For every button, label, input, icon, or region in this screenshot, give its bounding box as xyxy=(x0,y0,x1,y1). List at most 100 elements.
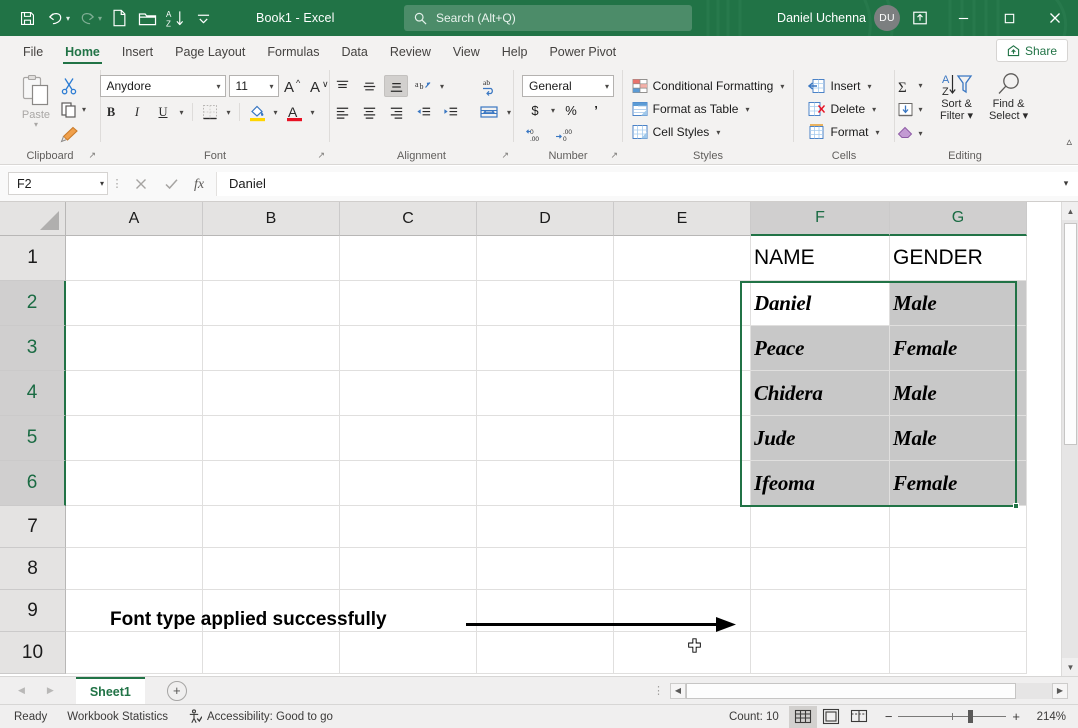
maximize-icon[interactable] xyxy=(986,0,1032,36)
align-bottom-icon[interactable] xyxy=(384,75,408,97)
zoom-slider-thumb[interactable] xyxy=(968,710,973,723)
clear-dropdown-caret[interactable]: ▾ xyxy=(917,129,925,138)
increase-decimal-icon[interactable]: .000 xyxy=(553,124,579,145)
column-header-a[interactable]: A xyxy=(66,202,203,236)
cell-E7[interactable] xyxy=(614,506,751,548)
vertical-scrollbar-track[interactable] xyxy=(1062,220,1078,658)
cell-A10[interactable] xyxy=(66,632,203,674)
zoom-out-button[interactable]: − xyxy=(879,709,899,724)
row-header-9[interactable]: 9 xyxy=(0,590,66,632)
cell-G9[interactable] xyxy=(890,590,1027,632)
copy-dropdown-caret[interactable]: ▾ xyxy=(80,105,88,114)
formula-input[interactable]: Daniel xyxy=(216,172,1054,196)
redo-icon[interactable] xyxy=(74,5,100,31)
cell-D10[interactable] xyxy=(477,632,614,674)
cell-D8[interactable] xyxy=(477,548,614,590)
cell-B5[interactable] xyxy=(203,416,340,461)
column-header-g[interactable]: G xyxy=(890,202,1027,236)
cancel-x-icon[interactable] xyxy=(126,172,156,196)
italic-button[interactable]: I xyxy=(126,101,149,123)
underline-dropdown-caret[interactable]: ▾ xyxy=(178,108,186,117)
avatar[interactable]: DU xyxy=(874,5,900,31)
cell-F3[interactable]: Peace xyxy=(751,326,890,371)
select-all-corner[interactable] xyxy=(0,202,66,236)
sheet-tab-sheet1[interactable]: Sheet1 xyxy=(76,677,145,704)
cell-B8[interactable] xyxy=(203,548,340,590)
undo-icon[interactable] xyxy=(42,5,68,31)
column-header-f[interactable]: F xyxy=(751,202,890,236)
cell-D1[interactable] xyxy=(477,236,614,281)
cell-C4[interactable] xyxy=(340,371,477,416)
tab-power-pivot[interactable]: Power Pivot xyxy=(538,45,627,65)
align-middle-icon[interactable] xyxy=(357,75,381,97)
cell-B6[interactable] xyxy=(203,461,340,506)
tab-page-layout[interactable]: Page Layout xyxy=(164,45,256,65)
fill-color-dropdown-caret[interactable]: ▾ xyxy=(272,108,280,117)
bold-button[interactable]: B xyxy=(100,101,123,123)
wrap-text-icon[interactable]: ab xyxy=(476,75,504,97)
formula-bar-grip[interactable]: ⋮ xyxy=(108,177,126,190)
font-color-button[interactable]: A xyxy=(283,101,306,123)
workbook-statistics-button[interactable]: Workbook Statistics xyxy=(57,711,178,723)
cell-A1[interactable] xyxy=(66,236,203,281)
cell-C1[interactable] xyxy=(340,236,477,281)
cell-D7[interactable] xyxy=(477,506,614,548)
cell-E5[interactable] xyxy=(614,416,751,461)
cell-C8[interactable] xyxy=(340,548,477,590)
redo-dropdown-caret[interactable]: ▾ xyxy=(98,14,102,23)
fill-dropdown-caret[interactable]: ▾ xyxy=(917,105,925,114)
find-and-select-button[interactable]: Find & Select ▾ xyxy=(983,70,1035,122)
close-icon[interactable] xyxy=(1032,0,1078,36)
share-button[interactable]: Share xyxy=(996,39,1068,62)
tab-insert[interactable]: Insert xyxy=(111,45,164,65)
fill-button[interactable]: ▾ xyxy=(896,98,925,121)
cell-A6[interactable] xyxy=(66,461,203,506)
copy-button[interactable]: ▾ xyxy=(60,98,88,121)
name-box[interactable]: F2 ▾ xyxy=(8,172,108,195)
cell-E2[interactable] xyxy=(614,281,751,326)
cell-A7[interactable] xyxy=(66,506,203,548)
cell-B7[interactable] xyxy=(203,506,340,548)
clear-button[interactable]: ▾ xyxy=(896,122,925,145)
cell-C2[interactable] xyxy=(340,281,477,326)
customize-qat-icon[interactable] xyxy=(190,5,216,31)
autosum-button[interactable]: Σ ▾ xyxy=(896,74,925,97)
row-header-3[interactable]: 3 xyxy=(0,326,66,371)
cell-E6[interactable] xyxy=(614,461,751,506)
cell-E8[interactable] xyxy=(614,548,751,590)
decrease-indent-icon[interactable] xyxy=(411,101,435,123)
font-size-combobox[interactable]: 11 ▾ xyxy=(229,75,279,97)
cell-F2[interactable]: Daniel xyxy=(751,281,890,326)
row-header-2[interactable]: 2 xyxy=(0,281,66,326)
orientation-dropdown-caret[interactable]: ▾ xyxy=(438,82,446,91)
insert-function-fx-icon[interactable]: fx xyxy=(186,172,216,196)
align-top-icon[interactable] xyxy=(330,75,354,97)
conditional-formatting-button[interactable]: Conditional Formatting ▾ xyxy=(628,75,789,97)
cell-F1[interactable]: NAME xyxy=(751,236,890,281)
underline-button[interactable]: U xyxy=(152,101,175,123)
cell-C7[interactable] xyxy=(340,506,477,548)
normal-view-icon[interactable] xyxy=(789,706,817,728)
vertical-scrollbar[interactable]: ▲ ▼ xyxy=(1061,202,1078,676)
scroll-down-icon[interactable]: ▼ xyxy=(1062,658,1078,676)
format-cells-button[interactable]: Format ▾ xyxy=(804,121,883,143)
cell-E3[interactable] xyxy=(614,326,751,371)
comma-format-button[interactable]: ’ xyxy=(585,100,607,121)
cell-E1[interactable] xyxy=(614,236,751,281)
page-layout-view-icon[interactable] xyxy=(817,706,845,728)
cell-E4[interactable] xyxy=(614,371,751,416)
zoom-level-label[interactable]: 214% xyxy=(1032,711,1078,723)
align-right-icon[interactable] xyxy=(384,101,408,123)
account-name[interactable]: Daniel Uchenna xyxy=(777,11,866,25)
cell-E10[interactable] xyxy=(614,632,751,674)
cell-D5[interactable] xyxy=(477,416,614,461)
delete-cells-button[interactable]: Delete ▾ xyxy=(804,98,883,120)
cell-A8[interactable] xyxy=(66,548,203,590)
format-painter-button[interactable] xyxy=(60,122,88,145)
cell-F4[interactable]: Chidera xyxy=(751,371,890,416)
tab-view[interactable]: View xyxy=(442,45,491,65)
new-file-icon[interactable] xyxy=(106,5,132,31)
font-name-combobox[interactable]: Anydore ▾ xyxy=(100,75,226,97)
cell-D4[interactable] xyxy=(477,371,614,416)
undo-dropdown-caret[interactable]: ▾ xyxy=(66,14,70,23)
